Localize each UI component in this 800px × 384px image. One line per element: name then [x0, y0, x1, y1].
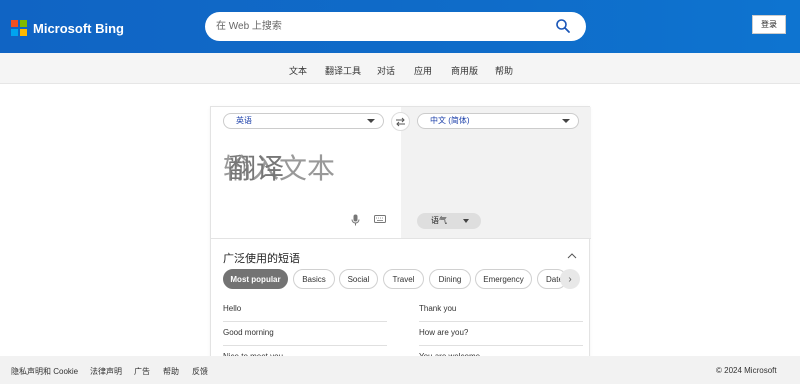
footer-link-ads[interactable]: 广告 [134, 366, 150, 377]
chevron-down-icon [463, 219, 469, 223]
microphone-icon[interactable] [351, 214, 360, 226]
nav-item-apps[interactable]: 应用 [414, 64, 432, 77]
header-bar: Microsoft Bing 登录 [0, 0, 800, 53]
category-chip-travel[interactable]: Travel [383, 269, 424, 289]
nav-item-business[interactable]: 商用版 [451, 64, 478, 77]
nav-item-conversation[interactable]: 对话 [377, 64, 395, 77]
copyright-text: © 2024 Microsoft [716, 366, 777, 375]
nav-item-translator-tools[interactable]: 翻译工具 [325, 64, 361, 77]
bing-logo[interactable]: Microsoft Bing [11, 20, 124, 36]
swap-icon [396, 117, 405, 126]
footer: 隐私声明和 Cookie 法律声明 广告 帮助 反馈 © 2024 Micros… [0, 356, 800, 384]
chevron-up-icon[interactable] [567, 253, 577, 259]
source-language-select[interactable]: 英语 [223, 113, 384, 129]
footer-link-help[interactable]: 帮助 [163, 366, 179, 377]
translation-output: 翻译 [228, 152, 285, 185]
chevron-right-icon[interactable]: › [560, 269, 580, 289]
source-language-label: 英语 [236, 116, 252, 125]
nav-item-text[interactable]: 文本 [289, 64, 307, 77]
translator-card: 英语 中文 (简体) 输入文本 翻译 语气 广泛使用的短语 Most popul… [210, 106, 591, 370]
section-divider [211, 238, 591, 239]
category-chip-emergency[interactable]: Emergency [475, 269, 532, 289]
nav-item-help[interactable]: 帮助 [495, 64, 513, 77]
phrase-item[interactable]: How are you? [419, 323, 583, 346]
target-language-select[interactable]: 中文 (简体) [417, 113, 579, 129]
search-box[interactable] [205, 12, 586, 41]
chevron-down-icon [367, 119, 375, 123]
keyboard-icon[interactable] [374, 215, 386, 223]
footer-link-legal[interactable]: 法律声明 [90, 366, 122, 377]
logo-text: Microsoft Bing [33, 20, 124, 36]
category-chip-most-popular[interactable]: Most popular [223, 269, 288, 289]
category-chip-basics[interactable]: Basics [293, 269, 335, 289]
login-button[interactable]: 登录 [752, 15, 786, 34]
footer-link-privacy[interactable]: 隐私声明和 Cookie [11, 366, 78, 377]
search-icon[interactable] [555, 18, 571, 34]
footer-link-feedback[interactable]: 反馈 [192, 366, 208, 377]
category-chip-dining[interactable]: Dining [429, 269, 471, 289]
search-input[interactable] [216, 12, 546, 41]
microsoft-logo-icon [11, 20, 27, 36]
category-chip-social[interactable]: Social [339, 269, 378, 289]
phrase-item[interactable]: Hello [223, 299, 387, 322]
tone-label: 语气 [431, 216, 447, 225]
phrase-item[interactable]: Thank you [419, 299, 583, 322]
tone-dropdown[interactable]: 语气 [417, 213, 481, 229]
phrase-item[interactable]: Good morning [223, 323, 387, 346]
target-language-label: 中文 (简体) [430, 116, 470, 125]
swap-languages-button[interactable] [391, 112, 410, 131]
chevron-down-icon [562, 119, 570, 123]
nav-bar: 文本 翻译工具 对话 应用 商用版 帮助 [0, 53, 800, 84]
phrases-title: 广泛使用的短语 [223, 253, 300, 265]
